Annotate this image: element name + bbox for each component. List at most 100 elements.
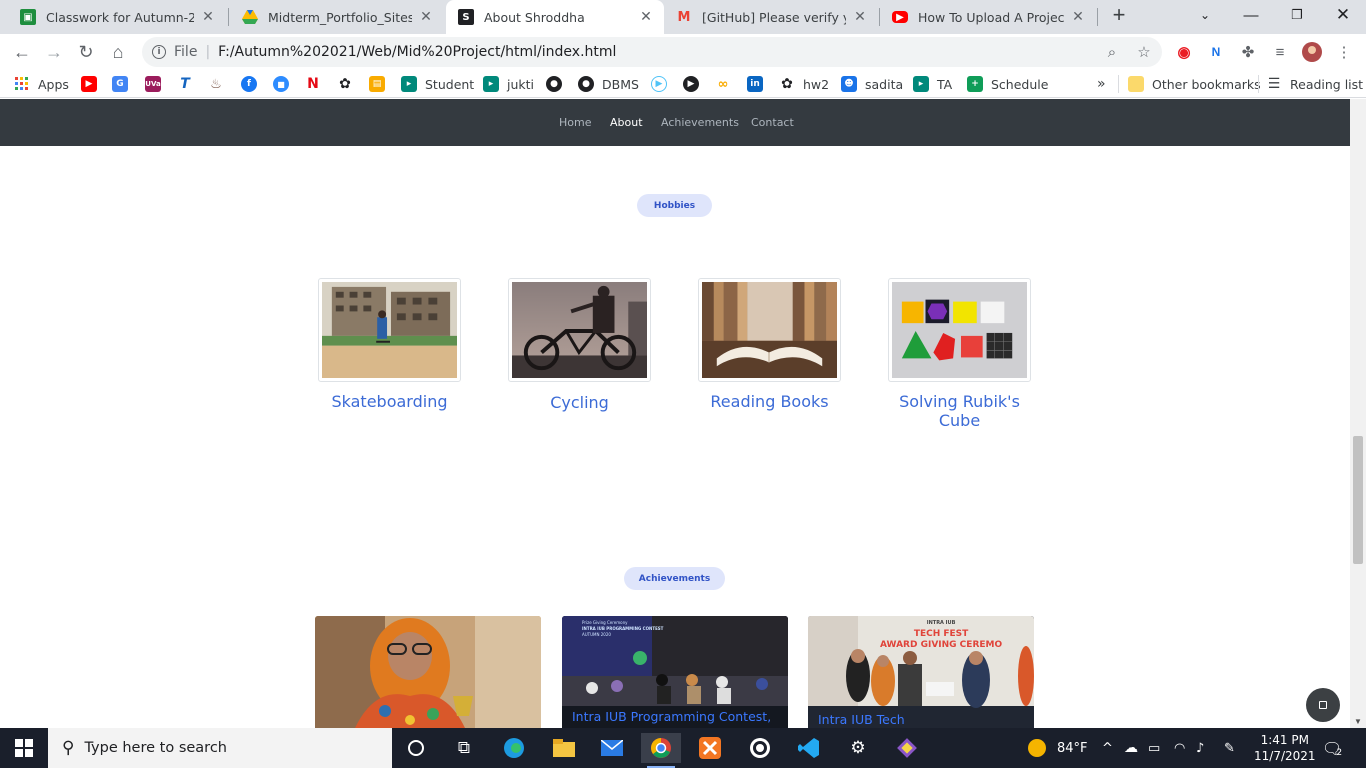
tab-youtube[interactable]: ▶ How To Upload A Project in G ✕: [880, 0, 1096, 34]
zoom-search-icon[interactable]: ⌕: [1102, 42, 1122, 62]
page-scrollbar[interactable]: ▼: [1350, 99, 1366, 728]
settings-icon[interactable]: ⚙: [838, 733, 878, 763]
onedrive-cloud-icon[interactable]: ☁: [1124, 728, 1138, 768]
vscode-icon[interactable]: [789, 733, 829, 763]
bookmarks-overflow-button[interactable]: »: [1097, 75, 1106, 93]
git-icon[interactable]: [887, 733, 927, 763]
start-button[interactable]: [0, 728, 48, 768]
reading-list-button[interactable]: ☰ Reading list: [1266, 75, 1363, 93]
task-view-icon[interactable]: ⧉: [444, 733, 484, 763]
bookmark-github[interactable]: ●: [546, 75, 562, 93]
hobby-caption-rubiks-cube[interactable]: Solving Rubik's Cube: [888, 392, 1031, 430]
github-icon: ●: [578, 76, 594, 92]
bookmark-star-icon[interactable]: ☆: [1134, 42, 1154, 62]
achievement-card-tech-fest[interactable]: INTRA IUB TECH FEST AWARD GIVING CEREMO …: [808, 616, 1034, 728]
notion-extension-icon[interactable]: N: [1206, 42, 1226, 62]
edge-icon[interactable]: [494, 733, 534, 763]
bookmark-uva[interactable]: UVa: [145, 75, 161, 93]
back-button[interactable]: ←: [8, 38, 36, 66]
whatsapp-icon[interactable]: [740, 733, 780, 763]
tab-gmail[interactable]: M [GitHub] Please verify your d ✕: [664, 0, 878, 34]
site-info-icon[interactable]: i: [152, 45, 166, 59]
bookmark-apps[interactable]: Apps: [14, 75, 69, 93]
file-explorer-icon[interactable]: [544, 733, 584, 763]
tab-drive-doc[interactable]: Midterm_Portfolio_Sites.docx ✕: [230, 0, 444, 34]
bookmark-student[interactable]: ▸ Student: [401, 75, 474, 93]
mail-icon[interactable]: [592, 733, 632, 763]
achievement-title-tech-fest[interactable]: Intra IUB Tech: [818, 712, 905, 727]
bookmark-facebook[interactable]: f: [241, 75, 257, 93]
bookmark-schedule[interactable]: + Schedule: [967, 75, 1048, 93]
nav-contact-link[interactable]: Contact: [751, 116, 794, 129]
hobby-caption-cycling[interactable]: Cycling: [508, 393, 651, 412]
chrome-menu-icon[interactable]: ⋮: [1334, 42, 1354, 62]
close-tab-icon[interactable]: ✕: [200, 9, 216, 25]
site-s-icon: S: [458, 9, 474, 25]
hobby-caption-reading-books[interactable]: Reading Books: [698, 392, 841, 411]
close-tab-icon[interactable]: ✕: [638, 9, 654, 25]
close-window-button[interactable]: ✕: [1320, 0, 1366, 30]
tab-about-shroddha[interactable]: S About Shroddha ✕: [446, 0, 664, 34]
taskbar-search-box[interactable]: ⚲ Type here to search: [48, 728, 392, 768]
volume-icon[interactable]: ♪: [1196, 728, 1204, 768]
tab-search-button[interactable]: ⌄: [1182, 0, 1228, 30]
pen-workspace-icon[interactable]: ✎: [1224, 728, 1235, 768]
weather-widget[interactable]: 84°F: [1027, 728, 1088, 768]
nav-home-link[interactable]: Home: [559, 116, 591, 129]
bookmark-sadita[interactable]: ☻ sadita: [841, 75, 903, 93]
bookmark-zoom[interactable]: ■: [273, 75, 289, 93]
bookmark-play[interactable]: ▶: [683, 75, 699, 93]
url-scheme-label: File: [174, 44, 198, 60]
bookmark-colab[interactable]: ∞: [715, 75, 731, 93]
bookmark-netflix[interactable]: N: [305, 75, 321, 93]
bookmark-play-circle[interactable]: ▶: [651, 75, 667, 93]
address-bar[interactable]: i File | F:/Autumn%202021/Web/Mid%20Proj…: [142, 37, 1162, 67]
cortana-icon[interactable]: [396, 733, 436, 763]
close-tab-icon[interactable]: ✕: [1070, 9, 1086, 25]
extensions-puzzle-icon[interactable]: ✤: [1238, 42, 1258, 62]
xampp-icon[interactable]: [690, 733, 730, 763]
forward-button[interactable]: →: [40, 38, 68, 66]
bookmark-t[interactable]: T: [177, 75, 193, 93]
hobby-caption-skateboarding[interactable]: Skateboarding: [318, 392, 461, 411]
bookmark-ta[interactable]: ▸ TA: [913, 75, 952, 93]
battery-icon[interactable]: ▭: [1148, 728, 1160, 768]
bookmark-youtube[interactable]: ▶: [81, 75, 97, 93]
show-hidden-icons-button[interactable]: ^: [1102, 728, 1113, 768]
achievement-title-programming-contest[interactable]: Intra IUB Programming Contest,: [572, 709, 771, 724]
new-tab-button[interactable]: +: [1096, 0, 1142, 30]
home-button[interactable]: ⌂: [104, 38, 132, 66]
bookmark-openai[interactable]: ✿: [337, 75, 353, 93]
url-text[interactable]: F:/Autumn%202021/Web/Mid%20Project/html/…: [218, 44, 616, 60]
bookmarks-bar: Apps ▶ G UVa T ♨ f ■ N ✿ ▤ ▸ Student ▸ juk…: [0, 70, 1366, 98]
bookmark-translate[interactable]: G: [112, 75, 128, 93]
clock[interactable]: 1:41 PM 11/7/2021: [1254, 728, 1316, 768]
scroll-to-top-button[interactable]: [1306, 688, 1340, 722]
nav-about-link[interactable]: About: [610, 116, 643, 129]
bookmark-note[interactable]: ▤: [369, 75, 385, 93]
wifi-icon[interactable]: ◠: [1174, 728, 1185, 768]
minimize-button[interactable]: —: [1228, 0, 1274, 30]
bookmark-dbms[interactable]: ● DBMS: [578, 75, 639, 93]
bookmark-linkedin[interactable]: in: [747, 75, 763, 93]
media-control-icon[interactable]: ≡: [1270, 42, 1290, 62]
achievement-card-programming-contest[interactable]: Prize Giving Ceremony INTRA IUB PROGRAMM…: [562, 616, 788, 728]
nav-achievements-link[interactable]: Achievements: [661, 116, 739, 129]
chrome-icon[interactable]: [641, 733, 681, 768]
bookmark-other-bookmarks[interactable]: Other bookmarks: [1128, 75, 1261, 93]
achievement-card-portrait[interactable]: [315, 616, 541, 728]
bookmark-jukti[interactable]: ▸ jukti: [483, 75, 534, 93]
bookmark-hw2[interactable]: ✿ hw2: [779, 75, 829, 93]
restore-button[interactable]: ❐: [1274, 0, 1320, 30]
scrollbar-thumb[interactable]: [1353, 436, 1363, 564]
close-tab-icon[interactable]: ✕: [852, 9, 868, 25]
reload-button[interactable]: ↻: [72, 38, 100, 66]
bookmarks-divider: [1118, 75, 1119, 93]
profile-avatar[interactable]: [1302, 42, 1322, 62]
bookmark-codechef[interactable]: ♨: [208, 75, 224, 93]
close-tab-icon[interactable]: ✕: [418, 9, 434, 25]
opera-extension-icon[interactable]: ◉: [1174, 42, 1194, 62]
notification-center-button[interactable]: 🗨 2: [1322, 728, 1342, 768]
scroll-down-arrow-icon[interactable]: ▼: [1354, 717, 1362, 726]
tab-classroom[interactable]: ▣ Classwork for Autumn-2021- ✕: [8, 0, 226, 34]
